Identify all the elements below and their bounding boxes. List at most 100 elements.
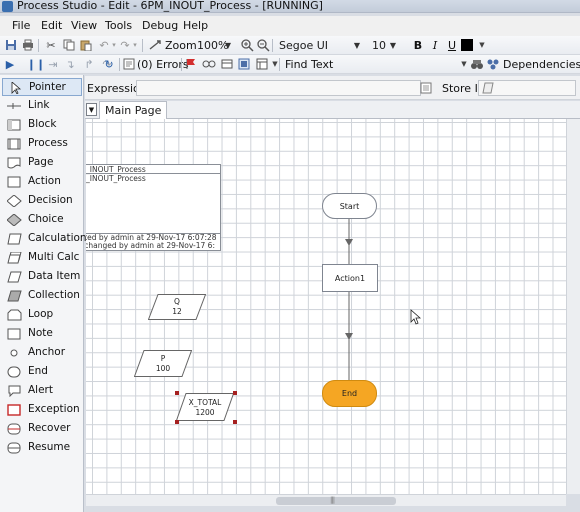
stage-icon[interactable] [220,57,234,71]
grid-icon[interactable] [237,57,251,71]
title-bar: Process Studio - Edit - 6PM_INOUT_Proces… [0,0,580,13]
tool-exception[interactable]: Exception [2,401,82,419]
horizontal-scroll-thumb[interactable] [276,497,396,505]
zoom-icon[interactable] [147,38,163,52]
action-stage[interactable]: Action1 [322,264,378,292]
breakpoint-flag-icon[interactable] [184,57,198,71]
expression-bar: Expression: Store In: [85,76,580,100]
link-chain-icon[interactable] [202,57,216,71]
redo-dropdown-icon[interactable]: ▾ [128,38,142,52]
tool-decision[interactable]: Decision [2,192,82,210]
tool-choice[interactable]: Choice [2,211,82,229]
anchor-icon [10,349,18,357]
print-icon[interactable] [21,38,35,52]
end-stage[interactable]: End [322,380,377,407]
dependencies-button[interactable]: Dependencies [503,58,580,71]
tool-action[interactable]: Action [2,173,82,191]
data-item-value: 100 [155,364,171,373]
step-out-icon[interactable]: ↱ [82,57,96,71]
copy-icon[interactable] [62,38,76,52]
find-dropdown-icon[interactable]: ▼ [457,57,471,71]
pause-icon[interactable]: ❙❙ [27,57,45,71]
save-icon[interactable] [4,38,18,52]
tool-loop[interactable]: Loop [2,306,82,324]
tool-label: Block [28,118,57,130]
italic-button[interactable]: I [428,38,442,52]
tool-label: Note [28,327,53,339]
chevron-down-icon: ▼ [353,41,360,50]
tool-note[interactable]: Note [2,325,82,343]
zoom-in-icon[interactable] [240,38,254,52]
tab-main-page[interactable]: Main Page [99,101,168,120]
run-icon[interactable]: ▶ [3,57,17,71]
bold-button[interactable]: B [411,38,425,52]
font-name-select[interactable]: Segoe UI ▼ [275,38,364,53]
menu-debug[interactable]: Debug [142,19,178,32]
tool-collection[interactable]: Collection [2,287,82,305]
tool-link[interactable]: Link [2,97,82,115]
step-icon[interactable]: ⇥ [46,57,60,71]
data-item-name: P [160,354,166,363]
errors-icon[interactable] [122,57,136,71]
menu-file[interactable]: File [12,19,30,32]
dependencies-icon[interactable] [486,57,500,71]
cut-icon[interactable]: ✂ [44,38,58,52]
zoom-select[interactable]: 100% ▼ [193,38,235,53]
tool-process[interactable]: Process [2,135,82,153]
layout-icon[interactable] [255,57,269,71]
paste-icon[interactable] [79,38,93,52]
tool-label: Calculation [28,232,87,244]
menu-view[interactable]: View [71,19,97,32]
expression-editor-icon[interactable] [419,81,433,95]
chevron-down-icon: ▼ [224,41,231,50]
selection-handle[interactable] [175,420,179,424]
process-canvas[interactable]: PM_INOUT_Process PM_INOUT_Process eated … [86,119,566,494]
selection-handle[interactable] [233,391,237,395]
menu-tools[interactable]: Tools [105,19,132,32]
action-icon [7,176,21,188]
data-item-p[interactable]: P 100 [134,350,192,377]
tool-label: Pointer [29,81,66,93]
tool-end[interactable]: End [2,363,82,381]
tool-multi-calc[interactable]: Multi Calc [2,249,82,267]
data-item-x-total[interactable]: X_TOTAL 1200 [176,393,234,421]
vertical-scrollbar[interactable] [566,119,580,494]
data-item-q[interactable]: Q 12 [148,294,206,320]
text-color-dropdown-icon[interactable]: ▼ [475,38,489,52]
tool-recover[interactable]: Recover [2,420,82,438]
underline-button[interactable]: U [445,38,459,52]
selection-handle[interactable] [233,420,237,424]
store-in-icon[interactable] [481,81,495,95]
tool-label: Process [28,137,68,149]
zoom-label: Zoom [165,39,197,52]
toolbar-separator [279,58,280,71]
tool-page[interactable]: Page [2,154,82,172]
reset-icon[interactable]: ↻ [102,57,116,71]
find-text-label[interactable]: Find Text [285,58,333,71]
menu-bar: File Edit View Tools Debug Help [0,16,580,36]
tool-alert[interactable]: Alert [2,382,82,400]
text-color-swatch[interactable] [461,39,473,51]
menu-help[interactable]: Help [183,19,208,32]
find-binoculars-icon[interactable] [470,57,484,71]
page-list-dropdown-icon[interactable]: ▼ [86,103,97,116]
calculation-icon [7,233,22,245]
expression-field[interactable] [136,80,421,96]
step-in-icon[interactable]: ↴ [63,57,77,71]
tool-data-item[interactable]: Data Item [2,268,82,286]
tool-anchor[interactable]: Anchor [2,344,82,362]
tool-label: Decision [28,194,73,206]
tool-resume[interactable]: Resume [2,439,82,457]
selection-handle[interactable] [175,391,179,395]
zoom-out-icon[interactable] [256,38,270,52]
start-stage[interactable]: Start [322,193,377,219]
tool-pointer[interactable]: Pointer [2,78,82,96]
tool-calculation[interactable]: Calculation [2,230,87,248]
action-stage-label: Action1 [334,274,366,283]
tool-block[interactable]: Block [2,116,82,134]
font-size-select[interactable]: 10 ▼ [368,38,400,53]
chevron-down-icon: ▼ [389,41,396,50]
alert-icon [8,385,21,397]
horizontal-scrollbar[interactable]: ||| [86,494,566,506]
menu-edit[interactable]: Edit [41,19,62,32]
